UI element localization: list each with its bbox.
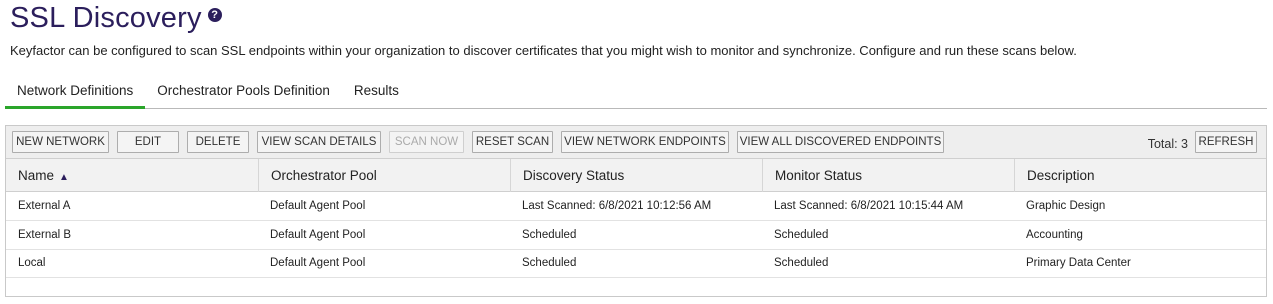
view-scan-details-button[interactable]: VIEW SCAN DETAILS xyxy=(257,131,381,153)
tab-bar: Network Definitions Orchestrator Pools D… xyxy=(5,79,1267,109)
page-title-text: SSL Discovery xyxy=(10,2,202,34)
cell-orchestrator-pool: Default Agent Pool xyxy=(270,257,366,269)
cell-orchestrator-pool: Default Agent Pool xyxy=(270,200,366,212)
delete-button[interactable]: DELETE xyxy=(187,131,249,153)
column-header-name[interactable]: Name ▲ xyxy=(6,159,258,192)
edit-button[interactable]: EDIT xyxy=(117,131,179,153)
column-header-discovery-status[interactable]: Discovery Status xyxy=(510,159,762,192)
tab-results[interactable]: Results xyxy=(342,79,411,109)
table-row[interactable]: External B Default Agent Pool Scheduled … xyxy=(6,221,1266,250)
tab-network-definitions[interactable]: Network Definitions xyxy=(5,79,146,109)
column-header-monitor-status[interactable]: Monitor Status xyxy=(762,159,1014,192)
new-network-button[interactable]: NEW NETWORK xyxy=(12,131,109,153)
cell-description: Graphic Design xyxy=(1026,200,1106,212)
refresh-button[interactable]: REFRESH xyxy=(1195,131,1257,153)
view-all-discovered-endpoints-button[interactable]: VIEW ALL DISCOVERED ENDPOINTS xyxy=(737,131,944,153)
cell-description: Accounting xyxy=(1026,229,1083,241)
network-definitions-grid: NEW NETWORK EDIT DELETE VIEW SCAN DETAIL… xyxy=(5,125,1267,297)
cell-monitor-status: Scheduled xyxy=(774,257,829,269)
page-title: SSL Discovery ? xyxy=(10,2,222,35)
column-header-description[interactable]: Description xyxy=(1014,159,1266,192)
cell-discovery-status: Scheduled xyxy=(522,257,577,269)
column-header-label: Name xyxy=(18,168,55,183)
cell-monitor-status: Last Scanned: 6/8/2021 10:15:44 AM xyxy=(774,200,964,212)
cell-name: External A xyxy=(18,200,71,212)
table-row[interactable]: External A Default Agent Pool Last Scann… xyxy=(6,192,1266,221)
cell-discovery-status: Scheduled xyxy=(522,229,577,241)
cell-name: Local xyxy=(18,257,46,269)
cell-discovery-status: Last Scanned: 6/8/2021 10:12:56 AM xyxy=(522,200,712,212)
table-row[interactable]: Local Default Agent Pool Scheduled Sched… xyxy=(6,249,1266,278)
total-count: Total: 3 xyxy=(1147,137,1188,151)
table-header: Name ▲ Orchestrator Pool Discovery Status… xyxy=(6,159,1266,192)
cell-description: Primary Data Center xyxy=(1026,257,1131,269)
cell-name: External B xyxy=(18,229,72,241)
reset-scan-button[interactable]: RESET SCAN xyxy=(472,131,553,153)
cell-orchestrator-pool: Default Agent Pool xyxy=(270,229,366,241)
grid-toolbar: NEW NETWORK EDIT DELETE VIEW SCAN DETAIL… xyxy=(6,126,1266,159)
page-description: Keyfactor can be configured to scan SSL … xyxy=(10,43,1077,58)
cell-monitor-status: Scheduled xyxy=(774,229,829,241)
view-network-endpoints-button[interactable]: VIEW NETWORK ENDPOINTS xyxy=(561,131,729,153)
column-header-orchestrator-pool[interactable]: Orchestrator Pool xyxy=(258,159,510,192)
sort-ascending-icon[interactable]: ▲ xyxy=(59,161,69,194)
tab-orchestrator-pools-definition[interactable]: Orchestrator Pools Definition xyxy=(145,79,342,109)
scan-now-button[interactable]: SCAN NOW xyxy=(389,131,464,153)
question-circle-icon[interactable]: ? xyxy=(207,8,222,22)
